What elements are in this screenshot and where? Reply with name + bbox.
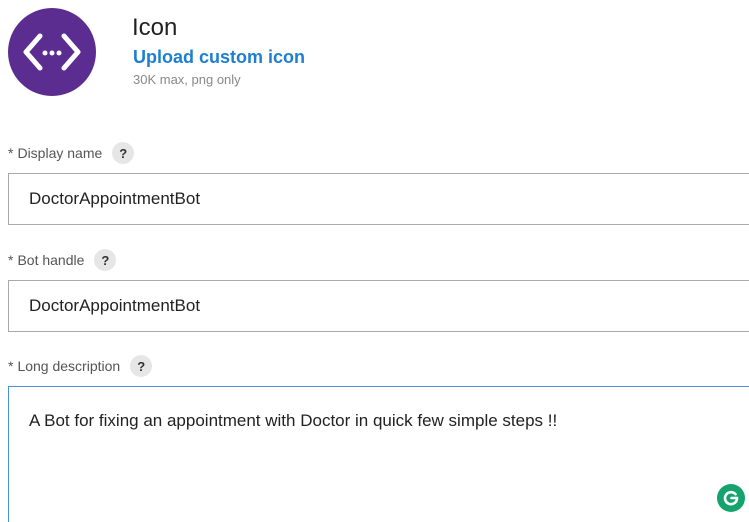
required-mark: * xyxy=(8,358,14,374)
upload-custom-icon-link[interactable]: Upload custom icon xyxy=(133,47,305,68)
required-mark: * xyxy=(8,252,14,268)
grammarly-icon[interactable] xyxy=(717,484,745,512)
long-description-label: * Long description ? xyxy=(8,355,153,377)
required-mark: * xyxy=(8,145,14,161)
help-icon[interactable]: ? xyxy=(130,355,153,377)
long-description-label-text: Long description xyxy=(17,358,121,374)
display-name-label-text: Display name xyxy=(17,145,103,161)
help-icon[interactable]: ? xyxy=(112,142,135,164)
bot-handle-label: * Bot handle ? xyxy=(8,249,117,271)
help-icon[interactable]: ? xyxy=(94,249,117,271)
bot-handle-label-text: Bot handle xyxy=(17,252,85,268)
icon-section-title: Icon xyxy=(132,14,178,41)
display-name-label: * Display name ? xyxy=(8,142,135,164)
grammarly-g-glyph xyxy=(723,490,739,506)
long-description-textarea[interactable]: A Bot for fixing an appointment with Doc… xyxy=(8,386,749,522)
bot-code-icon xyxy=(23,33,81,71)
bot-avatar xyxy=(8,8,96,96)
display-name-input[interactable] xyxy=(8,173,749,225)
icon-size-hint: 30K max, png only xyxy=(133,72,241,87)
bot-handle-input[interactable] xyxy=(8,280,749,332)
